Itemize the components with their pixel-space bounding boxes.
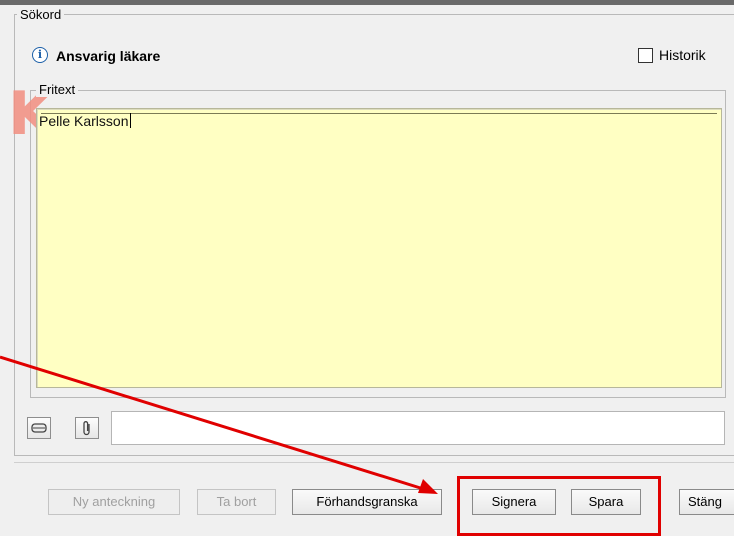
annotation-arrow (0, 355, 438, 494)
